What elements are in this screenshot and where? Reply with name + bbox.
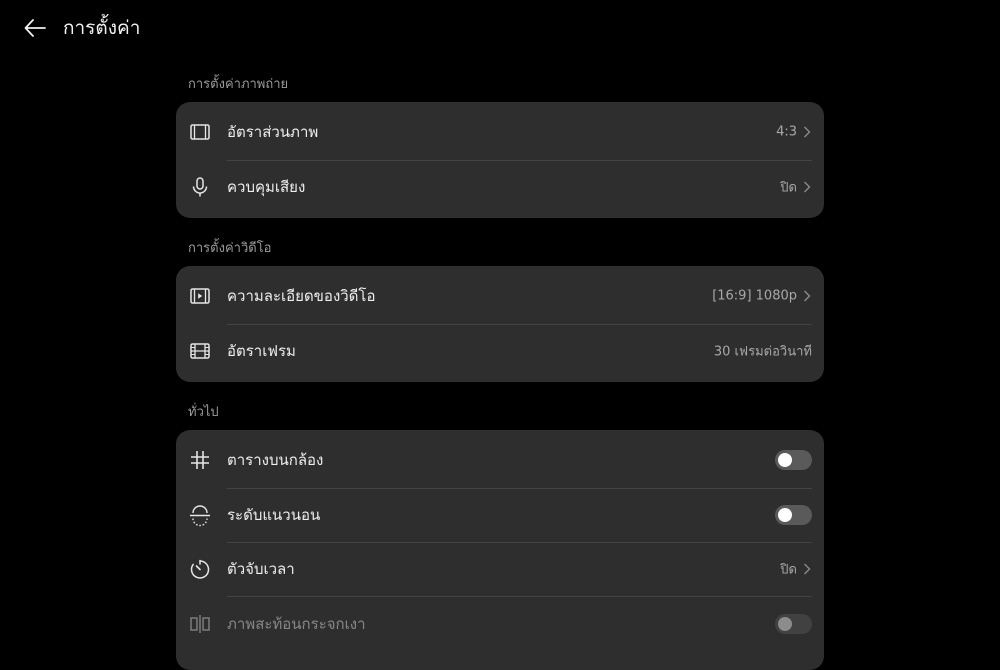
top-bar: การตั้งค่า (0, 0, 1000, 56)
setting-label: ตัวจับเวลา (227, 560, 295, 579)
toggle-knob (778, 453, 792, 468)
horizontal-level-toggle[interactable] (775, 504, 812, 525)
back-button[interactable] (22, 15, 48, 41)
timer-icon (188, 557, 212, 581)
setting-mirror[interactable]: ภาพสะท้อนกระจกเงา (176, 597, 824, 652)
setting-label: อัตราเฟรม (227, 341, 296, 360)
setting-audio-control[interactable]: ควบคุมเสียง ปิด (176, 160, 824, 215)
setting-label: ตารางบนกล้อง (227, 451, 324, 470)
setting-value: ปิด (780, 562, 797, 578)
setting-value: 4:3 (776, 124, 797, 140)
setting-video-resolution[interactable]: ความละเอียดของวิดีโอ [16:9] 1080p (176, 269, 824, 324)
toggle-knob (778, 616, 792, 631)
section-label-video: การตั้งค่าวิดีโอ (188, 241, 272, 256)
arrow-left-icon (24, 19, 46, 37)
setting-timer[interactable]: ตัวจับเวลา ปิด (176, 542, 824, 597)
page-title: การตั้งค่า (63, 17, 141, 39)
toggle-knob (778, 507, 792, 522)
aspect-ratio-icon (188, 120, 212, 144)
photo-settings-card: อัตราส่วนภาพ 4:3 ควบคุมเสียง ปิด (176, 102, 824, 218)
chevron-right-icon (804, 290, 811, 302)
horizontal-level-icon (188, 503, 212, 527)
setting-camera-grid[interactable]: ตารางบนกล้อง (176, 433, 824, 488)
setting-horizontal-level[interactable]: ระดับแนวนอน (176, 488, 824, 543)
grid-icon (188, 448, 212, 472)
chevron-right-icon (804, 181, 811, 193)
chevron-right-icon (804, 563, 811, 575)
section-label-photo: การตั้งค่าภาพถ่าย (188, 77, 289, 92)
setting-label: ความละเอียดของวิดีโอ (227, 287, 376, 306)
mirror-toggle[interactable] (775, 613, 812, 634)
general-settings-card: ตารางบนกล้อง ระดับแนวนอน ตัวจับเวลา ปิด … (176, 430, 824, 670)
section-label-general: ทั่วไป (188, 405, 219, 420)
chevron-right-icon (804, 126, 811, 138)
film-frame-icon (188, 339, 212, 363)
setting-frame-rate[interactable]: อัตราเฟรม 30 เฟรมต่อวินาที (176, 324, 824, 379)
setting-label: อัตราส่วนภาพ (227, 123, 319, 142)
microphone-icon (188, 175, 212, 199)
setting-label: ควบคุมเสียง (227, 177, 306, 196)
setting-label: ระดับแนวนอน (227, 505, 321, 524)
video-settings-card: ความละเอียดของวิดีโอ [16:9] 1080p อัตราเ… (176, 266, 824, 382)
setting-value: [16:9] 1080p (712, 288, 797, 304)
setting-label: ภาพสะท้อนกระจกเงา (227, 614, 366, 633)
setting-value: ปิด (780, 180, 797, 196)
setting-aspect-ratio[interactable]: อัตราส่วนภาพ 4:3 (176, 105, 824, 160)
video-resolution-icon (188, 284, 212, 308)
mirror-icon (188, 612, 212, 636)
grid-toggle[interactable] (775, 450, 812, 471)
setting-value: 30 เฟรมต่อวินาที (713, 344, 812, 360)
